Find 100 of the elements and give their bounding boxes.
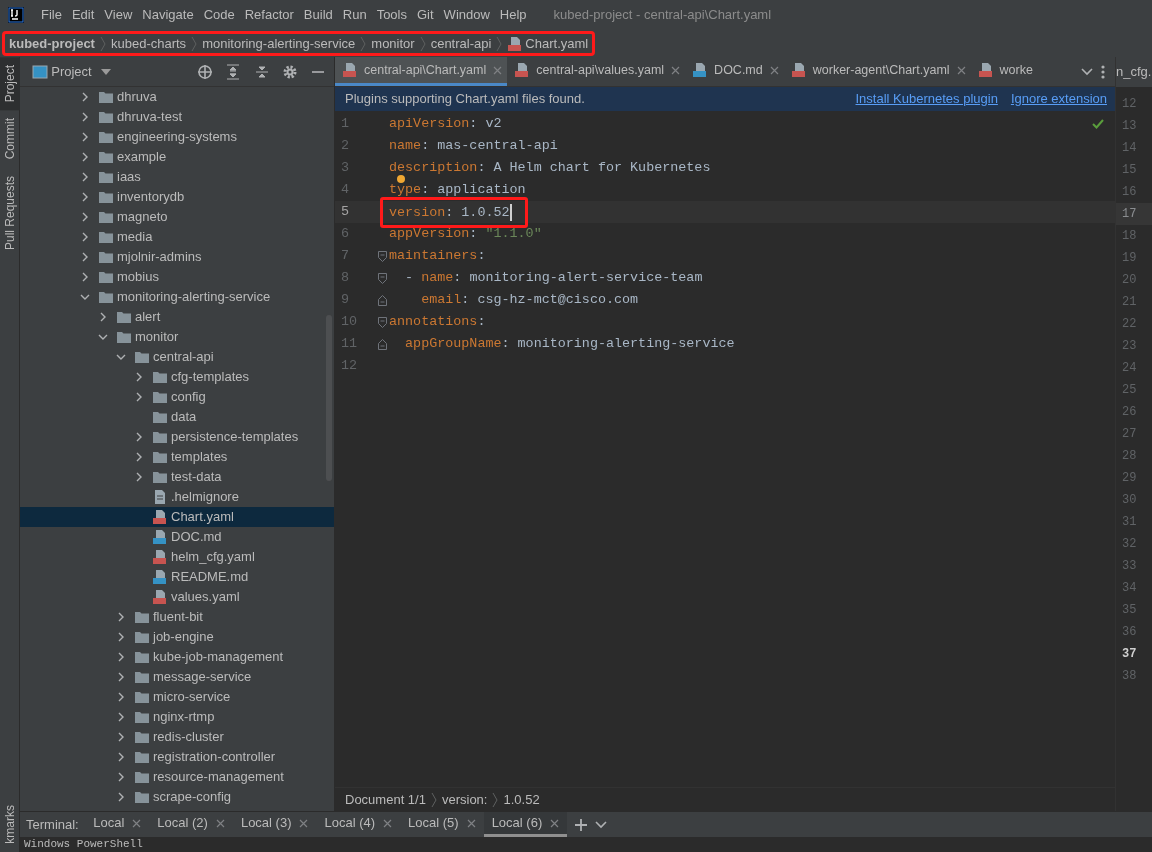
tree-item[interactable]: kube-job-management (20, 647, 334, 667)
tree-item[interactable]: cfg-templates (20, 367, 334, 387)
line-number: 5 (340, 202, 351, 221)
tree-item[interactable]: alert (20, 307, 334, 327)
menu-item[interactable]: Git (412, 5, 439, 25)
terminal-tab[interactable]: Local (3) (232, 812, 317, 837)
tool-window-tab[interactable]: Pull Requests (0, 167, 20, 258)
tree-item[interactable]: resource-management (20, 767, 334, 787)
tree-item[interactable]: micro-service (20, 687, 334, 707)
terminal-tab[interactable]: Local (85, 812, 150, 837)
terminal-tab[interactable]: Local (6) (483, 812, 568, 837)
line-number: 12 (340, 356, 359, 375)
editor-tab[interactable]: worke (970, 57, 1038, 86)
tree-item[interactable]: README.md (20, 567, 334, 587)
tree-item[interactable]: Chart.yaml (20, 507, 334, 527)
line-number: 13 (1121, 118, 1138, 135)
path-item[interactable]: 1.0.52 (503, 789, 540, 810)
menu-item[interactable]: Run (337, 5, 372, 25)
line-number: 21 (1121, 294, 1138, 311)
menu-item[interactable]: Refactor (239, 5, 299, 25)
line-number: 9 (340, 290, 351, 309)
breadcrumb-item[interactable]: central-api (430, 33, 492, 54)
banner-link[interactable]: Install Kubernetes plugin (855, 89, 998, 109)
code-line: version: 1.0.52 (389, 203, 512, 221)
tree-item[interactable]: DOC.md (20, 527, 334, 547)
code-line: annotations: (389, 315, 486, 329)
tree-item[interactable]: config (20, 387, 334, 407)
tree-item[interactable]: job-engine (20, 627, 334, 647)
tool-window-tab[interactable]: Commit (0, 110, 20, 168)
breadcrumb-item[interactable]: monitoring-alerting-service (202, 33, 356, 54)
tree-item[interactable]: message-service (20, 667, 334, 687)
menu-item[interactable]: Code (198, 5, 240, 25)
editor-tab[interactable]: central-api\values.yaml (507, 57, 686, 86)
breadcrumb-item[interactable]: monitor (371, 33, 415, 54)
tree-item[interactable]: values.yaml (20, 587, 334, 607)
line-number: 30 (1121, 492, 1138, 509)
tree-item[interactable]: data (20, 407, 334, 427)
tree-item[interactable]: redis-cluster (20, 727, 334, 747)
tree-item[interactable]: monitoring-alerting-service (20, 287, 334, 307)
banner-link[interactable]: Ignore extension (1010, 89, 1107, 109)
tree-item[interactable]: monitor (20, 327, 334, 347)
tree-item[interactable]: mobius (20, 267, 334, 287)
tree-item[interactable]: media (20, 227, 334, 247)
line-number: 18 (1121, 228, 1138, 245)
line-number: 26 (1121, 404, 1138, 421)
tree-item[interactable]: helm_cfg.yaml (20, 547, 334, 567)
tree-item[interactable]: mjolnir-admins (20, 247, 334, 267)
line-number: 28 (1121, 448, 1138, 465)
editor-tab[interactable]: worker-agent\Chart.yaml (783, 57, 971, 86)
tool-window-tab[interactable]: Project (0, 57, 20, 111)
tree-item[interactable]: .helmignore (20, 487, 334, 507)
menu-item[interactable]: Window (438, 5, 495, 25)
line-number: 2 (340, 136, 351, 155)
editor-tab[interactable]: central-api\Chart.yaml (335, 57, 508, 86)
menu-item[interactable]: File (36, 5, 67, 25)
path-item[interactable]: Document 1/1 (345, 789, 426, 810)
menu-item[interactable]: Build (298, 5, 338, 25)
editor-tab[interactable]: DOC.md (685, 57, 784, 86)
breadcrumb-item[interactable]: Chart.yaml (525, 33, 589, 54)
tree-item[interactable]: dhruva (20, 87, 334, 107)
tree-item[interactable]: example (20, 147, 334, 167)
menu-item[interactable]: View (99, 5, 138, 25)
line-number: 24 (1121, 360, 1138, 377)
terminal-tab[interactable]: Local (2) (149, 812, 233, 837)
line-number: 14 (1121, 140, 1138, 157)
line-number: 22 (1121, 316, 1138, 333)
line-number: 34 (1121, 580, 1138, 597)
tree-item[interactable]: test-data (20, 467, 334, 487)
menu-item[interactable]: Navigate (137, 5, 199, 25)
tree-item[interactable]: iaas (20, 167, 334, 187)
line-number: 3 (340, 158, 351, 177)
panel-title[interactable]: Project (51, 61, 92, 82)
line-number: 37 (1121, 646, 1138, 663)
tree-item[interactable]: engineering-systems (20, 127, 334, 147)
editor-tab[interactable]: n_cfg. (1116, 57, 1152, 87)
code-line: maintainers: (389, 249, 486, 263)
tree-item[interactable]: scrape-config (20, 787, 334, 807)
code-line: email: csg-hz-mct@cisco.com (420, 293, 639, 307)
terminal-output: Windows PowerShell (24, 838, 143, 850)
code-line: appGroupName: monitoring-alerting-service (404, 337, 735, 351)
menu-item[interactable]: Tools (371, 5, 412, 25)
tree-item[interactable]: persistence-templates (20, 427, 334, 447)
tree-item[interactable]: magneto (20, 207, 334, 227)
path-item[interactable]: version: (441, 789, 488, 810)
breadcrumb-item[interactable]: kubed-project (9, 33, 95, 54)
line-number: 32 (1121, 536, 1138, 553)
terminal-tab[interactable]: Local (5) (400, 812, 484, 837)
tree-item[interactable]: dhruva-test (20, 107, 334, 127)
tree-item[interactable]: fluent-bit (20, 607, 334, 627)
menu-item[interactable]: Help (494, 5, 532, 25)
tree-item[interactable]: central-api (20, 347, 334, 367)
breadcrumb-item[interactable]: kubed-charts (110, 33, 187, 54)
tree-item[interactable]: nginx-rtmp (20, 707, 334, 727)
tool-window-tab[interactable]: kmarks (0, 797, 20, 852)
line-number: 15 (1121, 162, 1138, 179)
menu-item[interactable]: Edit (66, 5, 100, 25)
tree-item[interactable]: inventorydb (20, 187, 334, 207)
terminal-tab[interactable]: Local (4) (316, 812, 401, 837)
tree-item[interactable]: templates (20, 447, 334, 467)
tree-item[interactable]: registration-controller (20, 747, 334, 767)
